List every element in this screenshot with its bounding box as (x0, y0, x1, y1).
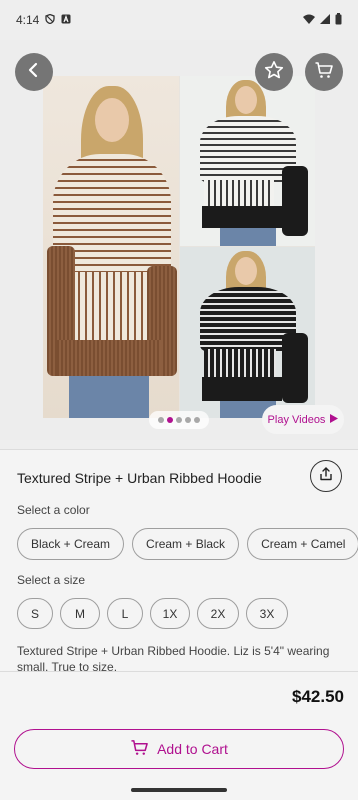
share-icon (319, 466, 333, 486)
play-icon (330, 413, 339, 426)
size-option-m[interactable]: M (60, 598, 100, 629)
product-title: Textured Stripe + Urban Ribbed Hoodie (17, 470, 262, 486)
gallery-dot[interactable] (185, 417, 191, 423)
cell-signal-icon (320, 13, 330, 27)
gallery-page-indicator[interactable] (149, 411, 209, 429)
product-gallery[interactable]: Play Videos (0, 40, 358, 440)
gallery-dot[interactable] (158, 417, 164, 423)
status-left: 4:14 (16, 13, 71, 27)
gallery-dot[interactable] (194, 417, 200, 423)
favorite-button[interactable] (255, 53, 293, 91)
product-details[interactable]: Textured Stripe + Urban Ribbed Hoodie Se… (0, 449, 358, 671)
title-row: Textured Stripe + Urban Ribbed Hoodie (17, 460, 342, 492)
size-option-3x[interactable]: 3X (246, 598, 288, 629)
add-to-cart-button[interactable]: Add to Cart (14, 729, 344, 769)
color-options: Black + Cream Cream + Black Cream + Came… (17, 528, 358, 560)
battery-icon (335, 12, 342, 28)
size-option-1x[interactable]: 1X (150, 598, 190, 629)
product-price: $42.50 (292, 687, 344, 706)
size-option-s[interactable]: S (17, 598, 53, 629)
notification-a-icon (61, 13, 71, 27)
cart-button[interactable] (305, 53, 343, 91)
wifi-icon (303, 13, 315, 27)
size-section-label: Select a size (17, 573, 86, 587)
chevron-left-icon (26, 62, 42, 83)
model-photo-cream-camel (43, 76, 179, 418)
cart-icon (130, 739, 149, 760)
status-time: 4:14 (16, 13, 40, 27)
play-videos-label: Play Videos (267, 413, 326, 426)
star-icon (264, 60, 284, 85)
shield-icon (45, 13, 56, 27)
size-options: S M L 1X 2X 3X (17, 598, 288, 629)
color-option-black-cream[interactable]: Black + Cream (17, 528, 125, 560)
color-option-cream-camel[interactable]: Cream + Camel (247, 528, 358, 560)
gallery-dot[interactable] (176, 417, 182, 423)
gallery-dot[interactable] (167, 417, 173, 423)
product-image[interactable] (43, 76, 315, 418)
color-section-label: Select a color (17, 503, 90, 517)
model-photo-cream-black (180, 76, 315, 246)
status-right (303, 12, 342, 28)
play-videos-button[interactable]: Play Videos (262, 405, 344, 434)
purchase-bar: $42.50 Add to Cart (0, 671, 358, 800)
add-to-cart-label: Add to Cart (157, 741, 228, 757)
product-description: Textured Stripe + Urban Ribbed Hoodie. L… (17, 644, 330, 671)
share-button[interactable] (310, 460, 342, 492)
home-indicator[interactable] (131, 788, 227, 792)
size-option-2x[interactable]: 2X (197, 598, 239, 629)
model-photo-black-cream (180, 247, 315, 418)
size-option-l[interactable]: L (107, 598, 143, 629)
cart-icon (314, 60, 334, 85)
status-bar: 4:14 (0, 0, 358, 40)
color-option-cream-black[interactable]: Cream + Black (132, 528, 240, 560)
back-button[interactable] (15, 53, 53, 91)
